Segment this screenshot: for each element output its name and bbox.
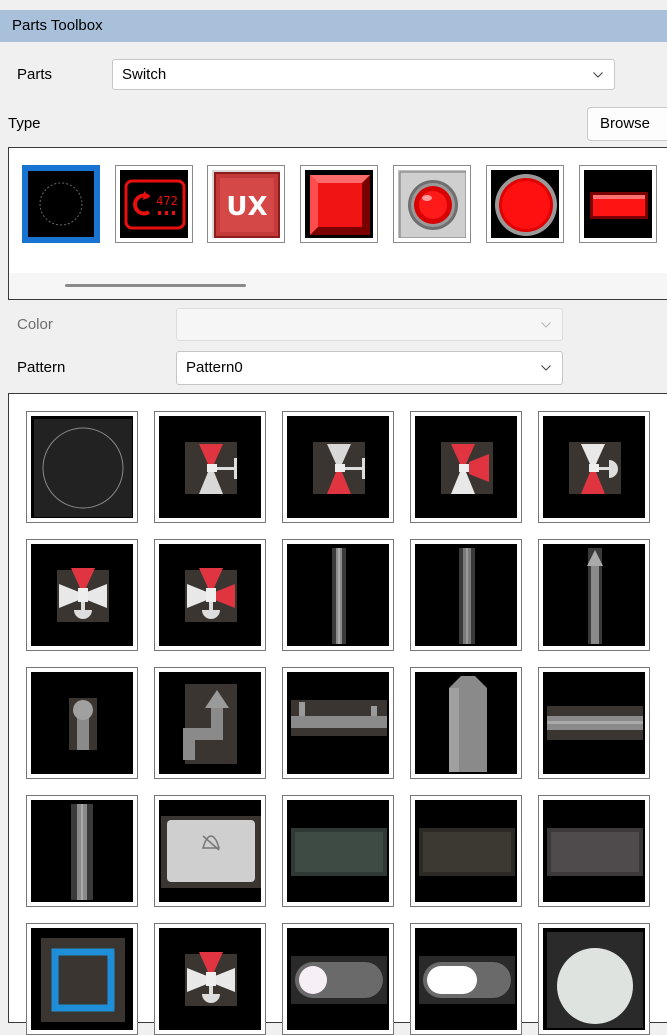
pattern-tile[interactable] xyxy=(154,411,266,523)
pattern-tile[interactable] xyxy=(26,795,138,907)
pattern-label: Pattern xyxy=(17,359,66,376)
white-circle-pattern-icon xyxy=(543,928,645,1030)
pipe-end-pattern-icon xyxy=(31,672,133,774)
olive-rect-pattern-icon xyxy=(415,800,517,902)
red-round-button-part-icon xyxy=(491,170,559,238)
toolbox-title-bar: Parts Toolbox xyxy=(0,10,667,42)
valve-side-pattern-icon xyxy=(415,416,517,518)
pattern-tile[interactable] xyxy=(26,411,138,523)
type-parts-scrollbar[interactable] xyxy=(9,273,667,299)
pattern-tile[interactable] xyxy=(410,411,522,523)
browse-button-label: Browse xyxy=(600,115,651,132)
bell-mute-button-pattern-icon xyxy=(159,800,261,902)
type-part-tile[interactable] xyxy=(486,165,564,243)
valve-down-pattern-icon xyxy=(159,928,261,1030)
valve-down-pattern-icon xyxy=(31,544,133,646)
pattern-tile[interactable] xyxy=(538,923,650,1035)
pattern-tile[interactable] xyxy=(154,539,266,651)
valve-t-pattern-icon xyxy=(287,416,389,518)
toolbox-title: Parts Toolbox xyxy=(12,17,103,34)
red-lamp-button-part-icon xyxy=(398,170,466,238)
type-part-tile[interactable]: 472 xyxy=(115,165,193,243)
pattern-dropdown-value: Pattern0 xyxy=(186,359,243,376)
pipe-arrow-up-pattern-icon xyxy=(543,544,645,646)
browse-button[interactable]: Browse xyxy=(587,107,667,141)
gray-rect-pattern-icon xyxy=(543,800,645,902)
ux-button-part-icon: UX xyxy=(212,170,280,238)
type-part-tile[interactable] xyxy=(300,165,378,243)
pattern-tile[interactable] xyxy=(282,795,394,907)
blue-square-frame-pattern-icon xyxy=(31,928,133,1030)
pattern-tile[interactable] xyxy=(538,667,650,779)
pipe-horizontal-pattern-icon xyxy=(543,672,645,774)
valve-knob-pattern-icon xyxy=(543,416,645,518)
toggle-off-pattern-icon xyxy=(287,928,389,1030)
valve-t-pattern-icon xyxy=(159,416,261,518)
scrollbar-thumb[interactable] xyxy=(65,284,246,287)
parts-dropdown-value: Switch xyxy=(122,66,167,83)
pattern-tile[interactable] xyxy=(538,539,650,651)
chevron-down-icon xyxy=(593,60,603,89)
pattern-tile[interactable] xyxy=(282,667,394,779)
green-rect-pattern-icon xyxy=(287,800,389,902)
tank-pattern-icon xyxy=(415,672,517,774)
pattern-tile[interactable] xyxy=(154,667,266,779)
pipe-elbow-arrow-pattern-icon xyxy=(159,672,261,774)
counter-text: 472 xyxy=(156,194,178,208)
color-label: Color xyxy=(17,316,53,333)
red-square-button-part-icon xyxy=(305,170,373,238)
parts-label: Parts xyxy=(17,66,53,83)
type-label: Type xyxy=(8,115,41,132)
pattern-tile[interactable] xyxy=(26,667,138,779)
chevron-down-icon xyxy=(541,352,551,384)
circle-outline-part-icon xyxy=(28,171,94,237)
pattern-tile[interactable] xyxy=(538,795,650,907)
pattern-tile[interactable] xyxy=(26,923,138,1035)
pipe-vertical-pattern-icon xyxy=(287,544,389,646)
pattern-tile[interactable] xyxy=(410,539,522,651)
pattern-tile[interactable] xyxy=(410,923,522,1035)
pattern-tile[interactable] xyxy=(154,923,266,1035)
type-part-tile[interactable] xyxy=(22,165,100,243)
pattern-tile[interactable] xyxy=(282,539,394,651)
pattern-tile[interactable] xyxy=(538,411,650,523)
ux-text: UX xyxy=(226,192,267,222)
pattern-tile[interactable] xyxy=(282,923,394,1035)
pattern-grid-panel xyxy=(8,393,667,1035)
color-dropdown[interactable] xyxy=(176,308,563,341)
pattern-tile[interactable] xyxy=(410,667,522,779)
pattern-tile[interactable] xyxy=(410,795,522,907)
red-rect-button-part-icon xyxy=(584,170,652,238)
valve-down-pattern-icon xyxy=(159,544,261,646)
toggle-on-pattern-icon xyxy=(415,928,517,1030)
pipe-horizontal-bracket-pattern-icon xyxy=(287,672,389,774)
type-part-tile[interactable] xyxy=(393,165,471,243)
type-part-tile[interactable] xyxy=(579,165,657,243)
type-parts-panel: 472 UX xyxy=(8,147,667,300)
pattern-tile[interactable] xyxy=(26,539,138,651)
digital-counter-part-icon: 472 xyxy=(120,170,188,238)
chevron-down-icon xyxy=(541,309,551,340)
pattern-dropdown[interactable]: Pattern0 xyxy=(176,351,563,385)
type-part-tile[interactable]: UX xyxy=(207,165,285,243)
pattern-tile[interactable] xyxy=(282,411,394,523)
pipe-vertical-pattern-icon xyxy=(31,800,133,902)
circle-pattern-icon xyxy=(31,416,133,518)
pattern-tile[interactable] xyxy=(154,795,266,907)
parts-dropdown[interactable]: Switch xyxy=(112,59,615,90)
pipe-vertical-pattern-icon xyxy=(415,544,517,646)
